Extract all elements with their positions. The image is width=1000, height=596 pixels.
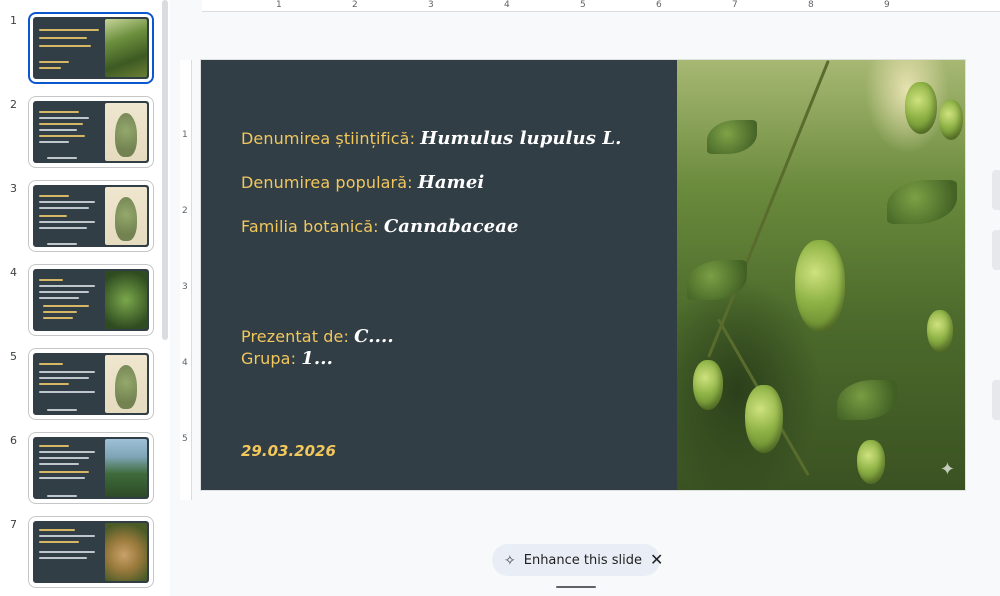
hops-in-hand-image bbox=[105, 523, 147, 581]
thumbnail-preview bbox=[33, 521, 149, 583]
slide-thumbnail[interactable] bbox=[28, 180, 154, 252]
hops-photo[interactable]: ✦ bbox=[677, 60, 965, 490]
thumbnail-row-3[interactable]: 3 bbox=[0, 180, 160, 254]
group-label: Grupa: bbox=[241, 349, 297, 368]
group-line[interactable]: Grupa: 1... bbox=[241, 348, 333, 369]
ruler-mark: 9 bbox=[884, 0, 890, 10]
family-line[interactable]: Familia botanică: Cannabaceae bbox=[241, 216, 519, 237]
side-panel-tab[interactable] bbox=[992, 170, 1000, 210]
family-value: Cannabaceae bbox=[383, 216, 519, 237]
slide-filmstrip: 1 2 3 4 5 6 7 bbox=[0, 0, 170, 596]
ruler-mark: 6 bbox=[656, 0, 662, 10]
thumbnail-row-6[interactable]: 6 bbox=[0, 432, 160, 506]
thumbnail-preview bbox=[33, 17, 149, 79]
slide-thumbnail[interactable] bbox=[28, 264, 154, 336]
enhance-slide-label[interactable]: Enhance this slide bbox=[524, 553, 642, 568]
ruler-mark: 3 bbox=[182, 282, 188, 292]
ruler-mark: 7 bbox=[732, 0, 738, 10]
slides-editor: 1 2 3 4 5 6 7 1 2 3 4 5 6 7 8 9 1 2 3 4 … bbox=[0, 0, 1000, 596]
slide-canvas: 1 2 3 4 5 6 7 8 9 1 2 3 4 5 Denumirea șt… bbox=[170, 0, 1000, 596]
ruler-mark: 1 bbox=[276, 0, 282, 10]
popular-name-label: Denumirea populară: bbox=[241, 173, 413, 192]
ruler-mark: 1 bbox=[182, 130, 188, 140]
slide-thumbnail[interactable] bbox=[28, 516, 154, 588]
ruler-vertical[interactable]: 1 2 3 4 5 bbox=[180, 60, 192, 500]
thumbnail-row-2[interactable]: 2 bbox=[0, 96, 160, 170]
ruler-mark: 2 bbox=[182, 206, 188, 216]
thumbnail-preview bbox=[33, 101, 149, 163]
slide-number: 1 bbox=[10, 14, 17, 27]
ruler-mark: 8 bbox=[808, 0, 814, 10]
botanical-plate-image bbox=[105, 103, 147, 161]
side-panel-tab[interactable] bbox=[992, 380, 1000, 420]
hop-field-image bbox=[105, 439, 147, 497]
side-panel-tab[interactable] bbox=[992, 230, 1000, 270]
ruler-mark: 5 bbox=[182, 434, 188, 444]
family-label: Familia botanică: bbox=[241, 217, 379, 236]
scientific-name-value: Humulus lupulus L. bbox=[420, 128, 622, 149]
hop-leaf-image bbox=[105, 271, 147, 329]
presenter-value: C.... bbox=[354, 326, 394, 347]
hops-cones-image bbox=[105, 19, 147, 77]
enhance-slide-pill[interactable]: ✧ Enhance this slide ✕ bbox=[492, 544, 663, 576]
group-value: 1... bbox=[301, 348, 333, 369]
ruler-horizontal[interactable]: 1 2 3 4 5 6 7 8 9 bbox=[202, 0, 1000, 12]
ruler-mark: 5 bbox=[580, 0, 586, 10]
filmstrip-scrollbar[interactable] bbox=[162, 0, 168, 340]
thumbnail-row-4[interactable]: 4 bbox=[0, 264, 160, 338]
thumbnail-row-1[interactable]: 1 bbox=[0, 12, 160, 86]
botanical-plate-image bbox=[105, 187, 147, 245]
slide-thumbnail[interactable] bbox=[28, 348, 154, 420]
popular-name-value: Hamei bbox=[417, 172, 485, 193]
slide-number: 3 bbox=[10, 182, 17, 195]
slide-number: 7 bbox=[10, 518, 17, 531]
scientific-name-label: Denumirea științifică: bbox=[241, 129, 416, 148]
ruler-mark: 3 bbox=[428, 0, 434, 10]
popular-name-line[interactable]: Denumirea populară: Hamei bbox=[241, 172, 484, 193]
slide-number: 4 bbox=[10, 266, 17, 279]
thumbnail-row-7[interactable]: 7 bbox=[0, 516, 160, 590]
slide-thumbnail[interactable] bbox=[28, 432, 154, 504]
drag-handle[interactable] bbox=[556, 586, 596, 588]
presenter-line[interactable]: Prezentat de: C.... bbox=[241, 326, 394, 347]
ruler-mark: 4 bbox=[182, 358, 188, 368]
ruler-mark: 2 bbox=[352, 0, 358, 10]
ruler-mark: 4 bbox=[504, 0, 510, 10]
botanical-plate-image bbox=[105, 355, 147, 413]
presenter-label: Prezentat de: bbox=[241, 327, 349, 346]
thumbnail-preview bbox=[33, 185, 149, 247]
thumbnail-preview bbox=[33, 353, 149, 415]
thumbnail-row-5[interactable]: 5 bbox=[0, 348, 160, 422]
presentation-date[interactable]: 29.03.2026 bbox=[241, 442, 336, 460]
scientific-name-line[interactable]: Denumirea științifică: Humulus lupulus L… bbox=[241, 128, 621, 149]
slide-thumbnail[interactable] bbox=[28, 12, 154, 84]
current-slide[interactable]: Denumirea științifică: Humulus lupulus L… bbox=[201, 60, 965, 490]
slide-number: 5 bbox=[10, 350, 17, 363]
thumbnail-preview bbox=[33, 269, 149, 331]
close-icon[interactable]: ✕ bbox=[650, 550, 663, 570]
slide-thumbnail[interactable] bbox=[28, 96, 154, 168]
thumbnail-preview bbox=[33, 437, 149, 499]
sparkle-icon: ✦ bbox=[939, 459, 955, 479]
slide-number: 6 bbox=[10, 434, 17, 447]
magic-wand-icon: ✧ bbox=[504, 551, 516, 568]
slide-number: 2 bbox=[10, 98, 17, 111]
